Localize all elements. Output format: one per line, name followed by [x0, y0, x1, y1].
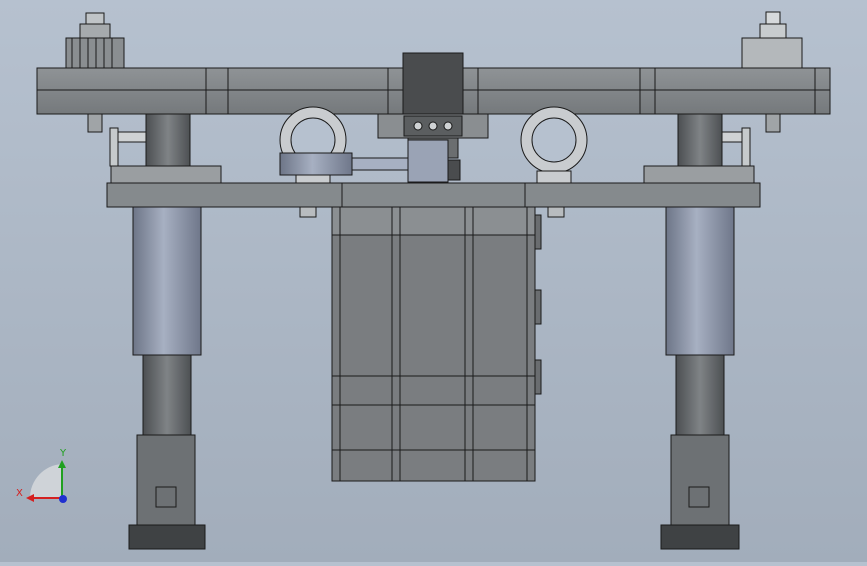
- triad-y-label: Y: [59, 448, 67, 459]
- triad-base-arc: [29, 464, 63, 498]
- central-motor-housing[interactable]: [331, 206, 542, 482]
- plate-bolt-right: [547, 206, 565, 218]
- right-eye-bolt[interactable]: [520, 106, 588, 184]
- assembly-model[interactable]: [36, 11, 831, 550]
- plate-bolt-left: [299, 206, 317, 218]
- left-top-pulley[interactable]: [65, 12, 125, 69]
- triad-z-axis: [59, 495, 67, 503]
- right-top-pulley[interactable]: [741, 11, 803, 69]
- reference-triad: X Y: [16, 448, 67, 503]
- triad-y-arrow: [58, 460, 66, 468]
- cad-graphics-viewport[interactable]: X Y: [0, 0, 867, 562]
- triad-x-label: X: [16, 488, 23, 499]
- triad-x-arrow: [26, 494, 34, 502]
